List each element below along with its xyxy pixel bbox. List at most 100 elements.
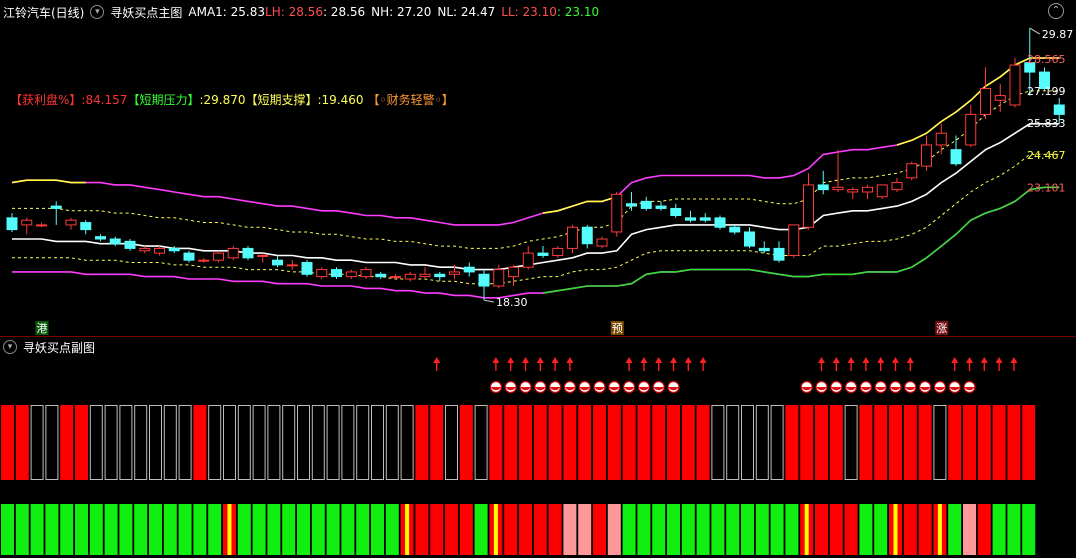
up-arrow-head	[433, 357, 441, 363]
lower-bar	[726, 504, 740, 555]
up-arrow-head	[566, 357, 574, 363]
candle-body	[876, 184, 888, 198]
up-arrow-head	[832, 357, 840, 363]
candle-body	[522, 252, 534, 268]
lower-bar	[578, 504, 592, 555]
high-pointer	[1029, 27, 1041, 35]
candle-body	[994, 95, 1006, 101]
candle-body	[419, 273, 431, 278]
upper-bar-hollow	[371, 405, 384, 480]
candle-body	[449, 271, 460, 275]
candle-body	[213, 252, 224, 261]
candle-body	[434, 273, 446, 278]
lower-bar-flag-stripe	[804, 504, 809, 555]
upper-bar-red	[15, 405, 29, 480]
candle-body	[21, 219, 33, 226]
lower-bar	[1007, 504, 1021, 555]
candle-body	[390, 276, 401, 279]
upper-bar-red	[918, 405, 932, 480]
candle-body	[980, 88, 991, 115]
upper-bar-hollow	[223, 405, 236, 480]
lower-bar	[208, 504, 222, 555]
lower-bar	[430, 504, 444, 555]
candle-body	[345, 271, 357, 278]
up-arrow-head	[670, 357, 677, 363]
up-arrow-head	[492, 357, 500, 363]
upper-bar-hollow	[326, 405, 340, 480]
main-candlestick-chart[interactable]: 29.87 18.30 28.565 27.199 25.833 24.467 23.101…	[0, 0, 1076, 336]
lower-bar	[918, 504, 932, 555]
lower-bar	[89, 504, 103, 555]
candle-body	[655, 205, 667, 209]
candle-body	[139, 247, 151, 252]
candle-body	[375, 273, 387, 278]
upper-bar-hollow	[741, 405, 754, 480]
upper-bar-hollow	[89, 405, 103, 480]
up-arrow-head	[655, 357, 663, 363]
lower-bar	[326, 504, 340, 555]
marker-text: 涨	[936, 322, 947, 335]
lower-bar	[696, 504, 710, 555]
lower-bar	[149, 504, 162, 555]
candle-body	[847, 189, 859, 193]
up-arrow-head	[507, 357, 515, 363]
upper-bar-hollow	[474, 405, 488, 480]
lower-bar	[652, 504, 666, 555]
lower-bar-flag-stripe	[493, 504, 498, 555]
lower-bar	[134, 504, 148, 555]
right-axis-label: 28.565	[1027, 53, 1066, 66]
candle-body	[729, 226, 741, 233]
lower-bar	[563, 504, 577, 555]
pane-separator[interactable]	[0, 336, 1076, 337]
right-axis-label: 25.833	[1027, 117, 1066, 130]
lower-bar-flag-stripe	[405, 504, 410, 555]
upper-bar-hollow	[356, 405, 370, 480]
upper-bar-red	[1007, 405, 1021, 480]
sub-indicator-name[interactable]: 寻妖买点副图	[23, 339, 95, 356]
lower-bar	[60, 504, 74, 555]
upper-bar-hollow	[844, 405, 858, 480]
candle-body	[478, 273, 490, 287]
up-arrow-head	[980, 357, 988, 363]
lower-bar	[859, 504, 873, 555]
candle-body	[567, 226, 578, 249]
upper-bar-red	[800, 405, 814, 480]
upper-bar-hollow	[282, 405, 296, 480]
upper-bar-red	[193, 405, 207, 480]
low-price-label: 18.30	[496, 296, 528, 309]
upper-bar-red	[637, 405, 651, 480]
upper-bar-red	[415, 405, 429, 480]
upper-bar-red	[815, 405, 828, 480]
signal-marker: 涨	[935, 321, 949, 335]
up-arrow-head	[684, 357, 692, 363]
lower-bar	[785, 504, 799, 555]
up-arrow-head	[1010, 357, 1018, 363]
upper-bar-red	[652, 405, 666, 480]
up-arrow-head	[536, 357, 544, 363]
up-arrow-head	[995, 357, 1003, 363]
upper-bar-hollow	[208, 405, 222, 480]
upper-bar-hollow	[385, 405, 399, 480]
lower-bar	[741, 504, 754, 555]
collapse-sub-icon[interactable]: ▾	[3, 340, 17, 354]
candle-body	[950, 149, 962, 165]
upper-bar-hollow	[149, 405, 162, 480]
signal-subchart[interactable]	[0, 355, 1076, 555]
lower-bar	[548, 504, 562, 555]
candle-body	[935, 132, 947, 146]
signal-marker: 港	[35, 321, 49, 335]
yellow-high-segment	[11, 179, 86, 184]
upper-bar-hollow	[163, 405, 177, 480]
lower-bar	[252, 504, 266, 555]
candle-body	[788, 224, 800, 256]
candle-body	[685, 217, 696, 221]
upper-bar-hollow	[933, 405, 947, 480]
up-arrow-head	[818, 357, 825, 363]
candle-body	[581, 226, 593, 245]
candle-body	[1009, 64, 1021, 106]
candle-body	[168, 247, 180, 252]
candle-body	[301, 262, 313, 275]
upper-bar-hollow	[755, 405, 769, 480]
upper-bar-red	[430, 405, 444, 480]
upper-bar-hollow	[445, 405, 458, 480]
